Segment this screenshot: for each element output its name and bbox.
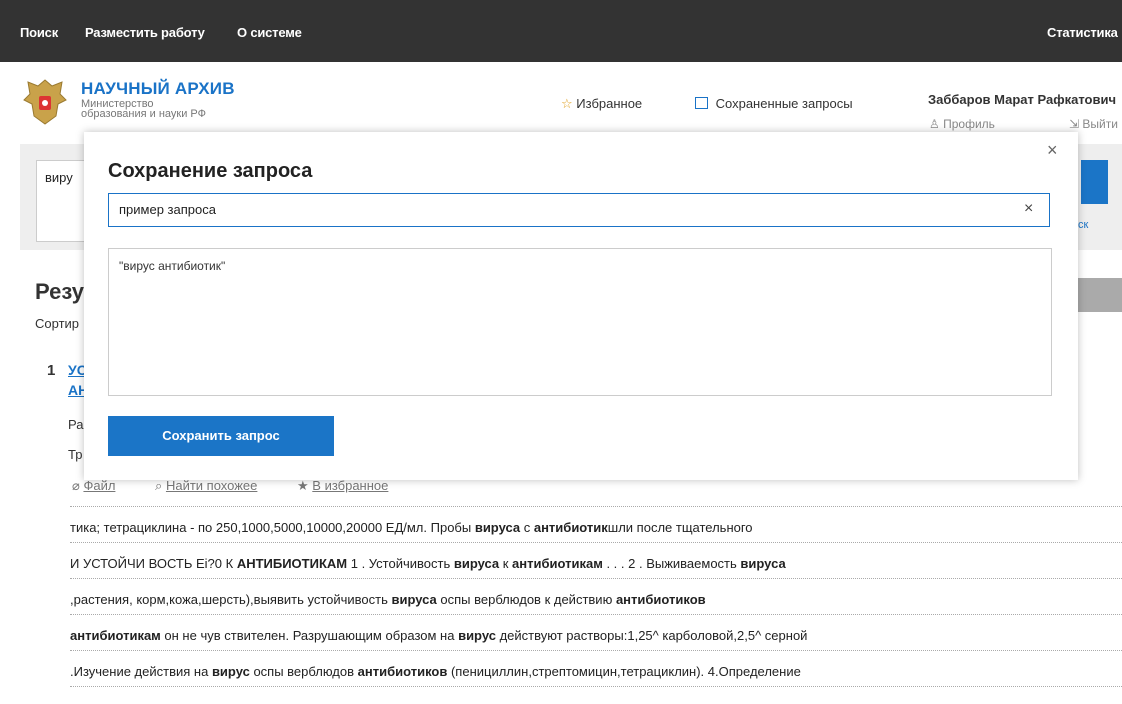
- star-outline-icon: ☆: [561, 96, 573, 111]
- file-link[interactable]: Файл: [83, 478, 115, 493]
- nav-about[interactable]: О системе: [237, 25, 302, 40]
- result-meta-2: Тр: [68, 447, 83, 462]
- divider: [70, 614, 1122, 615]
- modal-title: Сохранение запроса: [108, 160, 313, 182]
- divider: [70, 650, 1122, 651]
- snippet-text: .Изучение действия на: [70, 664, 212, 679]
- add-favorite-link[interactable]: В избранное: [312, 478, 388, 493]
- result-number: 1: [47, 362, 56, 379]
- snippet-2: И УСТОЙЧИ ВОСТЬ Ei?0 К АНТИБИОТИКАМ 1 . …: [70, 556, 1122, 571]
- saved-queries-link[interactable]: Сохраненные запросы: [695, 96, 853, 111]
- result-meta-1: Ра: [68, 417, 84, 432]
- snippet-text: оспы верблюдов к действию: [436, 592, 616, 607]
- result-actions: ⌀ Файл ⌕ Найти похожее ★ В избранное: [72, 478, 424, 494]
- snippet-4: антибиотикам он не чув ствителен. Разруш…: [70, 628, 1122, 643]
- file-action[interactable]: ⌀ Файл: [72, 478, 119, 493]
- snippet-text: шли после тщательного: [607, 520, 753, 535]
- highlighted-term: антибиотиков: [615, 592, 706, 607]
- logout-label: Выйти: [1082, 117, 1118, 131]
- search-button[interactable]: [1081, 160, 1108, 204]
- query-text-area[interactable]: "вирус антибиотик": [108, 248, 1052, 396]
- snippet-text: действуют растворы:1,25^ карболовой,2,5^…: [495, 628, 808, 643]
- snippet-text: ,растения, корм,кожа,шерсть),выявить уст…: [70, 592, 392, 607]
- query-name-input[interactable]: [109, 194, 1009, 224]
- saved-search-icon: [695, 97, 708, 109]
- divider: [70, 542, 1122, 543]
- logout-link[interactable]: ⇲ Выйти: [1069, 117, 1118, 131]
- star-icon: ★: [297, 478, 309, 493]
- top-nav-bar: Поиск Разместить работу О системе Статис…: [0, 0, 1122, 62]
- paperclip-icon: ⌀: [72, 478, 80, 493]
- divider: [70, 506, 1122, 507]
- saved-queries-label: Сохраненные запросы: [715, 96, 853, 111]
- search-icon: ⌕: [155, 478, 163, 493]
- snippet-text: (пенициллин,стрептомицин,тетрациклин). 4…: [447, 664, 801, 679]
- highlighted-term: антибиотик: [533, 520, 608, 535]
- profile-label: Профиль: [943, 117, 995, 131]
- results-heading: Резу: [35, 279, 84, 304]
- close-icon[interactable]: ×: [1047, 140, 1058, 161]
- highlighted-term: вируса: [474, 520, 521, 535]
- user-name: Заббаров Марат Рафкатович: [928, 92, 1117, 107]
- snippet-text: оспы верблюдов: [249, 664, 358, 679]
- divider: [70, 686, 1122, 687]
- query-name-field[interactable]: [108, 193, 1050, 227]
- snippet-text: он не чув ствителен. Разрушающим образом…: [160, 628, 459, 643]
- snippet-text: . . . 2 . Выживаемость: [602, 556, 741, 571]
- results-toolbar: [1076, 278, 1122, 312]
- clear-input-icon[interactable]: ×: [1024, 200, 1033, 218]
- person-icon: ♙: [929, 117, 940, 131]
- highlighted-term: антибиотикам: [70, 628, 161, 643]
- save-query-button[interactable]: Сохранить запрос: [108, 416, 334, 456]
- highlighted-term: антибиотикам: [512, 556, 603, 571]
- snippet-3: ,растения, корм,кожа,шерсть),выявить уст…: [70, 592, 1122, 607]
- logout-icon: ⇲: [1069, 117, 1080, 131]
- highlighted-term: вирус: [211, 664, 250, 679]
- brand-subtitle-line2: образования и науки РФ: [81, 108, 206, 120]
- extended-search-link[interactable]: ск: [1078, 219, 1088, 231]
- add-favorite-action[interactable]: ★ В избранное: [297, 478, 388, 493]
- highlighted-term: вируса: [740, 556, 786, 571]
- snippet-text: к: [499, 556, 513, 571]
- snippet-text: тика; тетрациклина - по 250,1000,5000,10…: [70, 520, 475, 535]
- find-similar-link[interactable]: Найти похожее: [166, 478, 257, 493]
- profile-link[interactable]: ♙ Профиль: [929, 117, 995, 131]
- find-similar-action[interactable]: ⌕ Найти похожее: [155, 478, 261, 493]
- highlighted-term: вирус: [458, 628, 496, 643]
- nav-submit-work[interactable]: Разместить работу: [85, 25, 205, 40]
- favorites-label: Избранное: [576, 96, 643, 111]
- divider: [70, 578, 1122, 579]
- search-query-text: виру: [45, 170, 73, 185]
- snippet-text: И УСТОЙЧИ ВОСТЬ Ei?0 К: [70, 556, 237, 571]
- sort-label: Сортир: [35, 316, 80, 331]
- nav-search[interactable]: Поиск: [20, 25, 58, 40]
- highlighted-term: вируса: [391, 592, 437, 607]
- brand-title[interactable]: НАУЧНЫЙ АРХИВ: [81, 79, 235, 99]
- highlighted-term: АНТИБИОТИКАМ: [236, 556, 348, 571]
- highlighted-term: антибиотиков: [357, 664, 448, 679]
- nav-statistics[interactable]: Статистика: [1047, 25, 1118, 40]
- snippet-text: 1 . Устойчивость: [347, 556, 454, 571]
- favorites-link[interactable]: ☆ Избранное: [561, 96, 642, 112]
- highlighted-term: вируса: [453, 556, 500, 571]
- brand-subtitle: Министерство образования и науки РФ: [81, 99, 261, 120]
- coat-of-arms-icon: [23, 79, 67, 125]
- snippet-5: .Изучение действия на вирус оспы верблюд…: [70, 664, 1122, 679]
- snippet-1: тика; тетрациклина - по 250,1000,5000,10…: [70, 520, 1122, 535]
- snippet-text: с: [520, 520, 534, 535]
